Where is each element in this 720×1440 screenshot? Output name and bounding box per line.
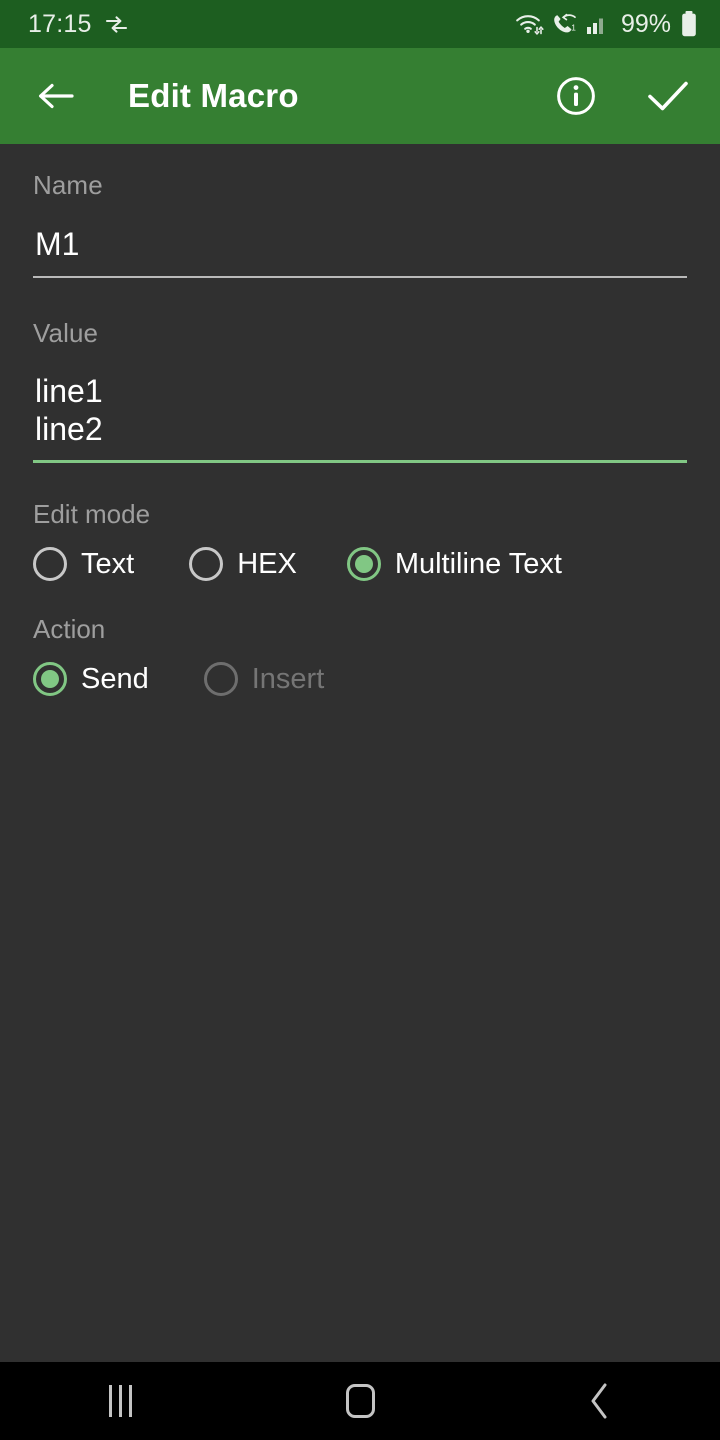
confirm-button[interactable] — [642, 70, 694, 122]
radio-edit-mode-multiline-text[interactable]: Multiline Text — [346, 547, 562, 581]
back-arrow-icon — [39, 83, 74, 109]
name-field-underline — [33, 276, 687, 278]
missed-call-icon: 1 — [551, 12, 579, 36]
cellular-signal-icon — [586, 13, 608, 35]
phone-screen: 17:15 1 99% Edit Macro Name M1 Value lin… — [0, 0, 720, 1440]
value-input[interactable]: line1 line2 — [33, 372, 687, 448]
data-transfer-icon — [104, 14, 130, 34]
radio-label: HEX — [237, 547, 297, 580]
name-input[interactable]: M1 — [33, 225, 687, 263]
nav-back-button[interactable] — [480, 1362, 720, 1440]
radio-checked-icon — [346, 547, 381, 581]
page-title: Edit Macro — [128, 77, 299, 114]
name-field-group: Name M1 — [33, 170, 687, 278]
app-bar-actions — [550, 70, 694, 122]
recents-icon — [108, 1385, 132, 1417]
radio-label: Multiline Text — [394, 547, 562, 580]
action-label: Action — [33, 614, 106, 644]
status-bar: 17:15 1 99% — [0, 0, 720, 48]
name-field-label: Name — [33, 170, 103, 200]
radio-checked-icon — [33, 662, 67, 696]
edit-mode-group: Edit mode Text HEX Multiline Text — [33, 499, 687, 581]
radio-unchecked-icon — [33, 547, 67, 581]
radio-action-send[interactable]: Send — [33, 662, 149, 696]
radio-action-insert: Insert — [203, 662, 325, 696]
app-bar: Edit Macro — [0, 48, 720, 144]
radio-label: Insert — [251, 662, 325, 695]
value-field-group: Value line1 line2 — [33, 318, 687, 463]
form-content: Name M1 Value line1 line2 Edit mode Text… — [0, 144, 720, 1362]
back-icon — [591, 1383, 607, 1419]
radio-edit-mode-hex[interactable]: HEX — [189, 547, 297, 581]
system-navigation-bar — [0, 1362, 720, 1440]
svg-text:1: 1 — [571, 23, 576, 33]
status-bar-left: 17:15 — [28, 10, 130, 39]
battery-icon — [680, 10, 698, 38]
edit-mode-options: Text HEX Multiline Text — [33, 547, 687, 581]
nav-recents-button[interactable] — [0, 1362, 240, 1440]
value-field-underline — [33, 460, 687, 463]
checkmark-icon — [648, 81, 688, 111]
radio-unchecked-icon — [189, 547, 224, 581]
edit-mode-label: Edit mode — [33, 499, 151, 529]
wifi-icon — [515, 12, 544, 36]
nav-home-button[interactable] — [240, 1362, 480, 1440]
status-bar-right: 1 99% — [515, 10, 698, 39]
radio-unchecked-icon — [203, 662, 238, 696]
status-clock: 17:15 — [28, 9, 92, 38]
battery-percent-label: 99% — [620, 9, 671, 38]
home-icon — [345, 1384, 375, 1418]
radio-label: Send — [81, 662, 149, 695]
action-group: Action Send Insert — [33, 614, 687, 696]
action-options: Send Insert — [33, 662, 687, 696]
info-icon — [557, 77, 595, 115]
radio-edit-mode-text[interactable]: Text — [33, 547, 134, 581]
radio-label: Text — [81, 547, 135, 580]
value-field-label: Value — [33, 318, 99, 348]
info-button[interactable] — [550, 70, 602, 122]
back-button[interactable] — [30, 70, 82, 122]
